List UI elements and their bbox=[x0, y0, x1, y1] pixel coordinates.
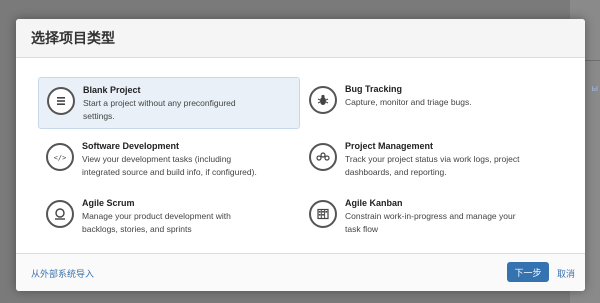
project-type-desc: View your development tasks (including bbox=[82, 154, 232, 164]
project-type-desc: integrated source and build info, if con… bbox=[82, 167, 257, 177]
project-type-desc: Manage your product development with bbox=[82, 211, 231, 221]
next-button[interactable]: 下一步 bbox=[507, 262, 549, 282]
project-type-agile-scrum[interactable]: Agile Scrum Manage your product developm… bbox=[38, 191, 300, 243]
project-type-desc: Constrain work-in-progress and manage yo… bbox=[345, 211, 516, 221]
cancel-button[interactable]: 取消 bbox=[557, 267, 575, 280]
list-icon bbox=[47, 87, 75, 115]
kanban-icon bbox=[309, 200, 337, 228]
project-type-name: Agile Scrum bbox=[82, 198, 135, 208]
project-type-name: Project Management bbox=[345, 141, 434, 151]
project-type-desc: Start a project without any preconfigure… bbox=[83, 98, 236, 108]
code-icon: </> bbox=[46, 143, 74, 171]
project-type-blank[interactable]: Blank Project Start a project without an… bbox=[38, 77, 300, 129]
magnifier-icon bbox=[46, 200, 74, 228]
project-type-name: Bug Tracking bbox=[345, 84, 403, 94]
dialog-header: 选择项目类型 bbox=[16, 19, 585, 58]
project-type-desc: backlogs, stories, and sprints bbox=[82, 224, 192, 234]
create-project-dialog: 选择项目类型 Blank Project Start a project wit… bbox=[16, 19, 585, 291]
project-type-desc: dashboards, and reporting. bbox=[345, 167, 447, 177]
project-type-desc: Capture, monitor and triage bugs. bbox=[345, 97, 472, 107]
project-type-agile-kanban[interactable]: Agile Kanban Constrain work-in-progress … bbox=[301, 191, 563, 243]
project-type-desc: Track your project status via work logs,… bbox=[345, 154, 520, 164]
background-link: ы bbox=[591, 83, 598, 93]
project-type-name: Software Development bbox=[82, 141, 180, 151]
project-type-desc: task flow bbox=[345, 224, 379, 234]
import-from-external-link[interactable]: 从外部系统导入 bbox=[31, 267, 94, 280]
dialog-title: 选择项目类型 bbox=[31, 30, 115, 46]
bug-icon bbox=[309, 86, 337, 114]
people-icon bbox=[309, 143, 337, 171]
dialog-footer: 从外部系统导入 下一步 取消 bbox=[16, 253, 585, 291]
project-type-software-development[interactable]: </> Software Development View your devel… bbox=[38, 134, 300, 186]
project-type-bug-tracking[interactable]: Bug Tracking Capture, monitor and triage… bbox=[301, 77, 563, 129]
project-type-project-management[interactable]: Project Management Track your project st… bbox=[301, 134, 563, 186]
project-type-desc: settings. bbox=[83, 111, 115, 121]
svg-text:</>: </> bbox=[54, 154, 67, 162]
project-type-name: Agile Kanban bbox=[345, 198, 403, 208]
project-type-list: Blank Project Start a project without an… bbox=[16, 58, 585, 255]
project-type-name: Blank Project bbox=[83, 85, 141, 95]
